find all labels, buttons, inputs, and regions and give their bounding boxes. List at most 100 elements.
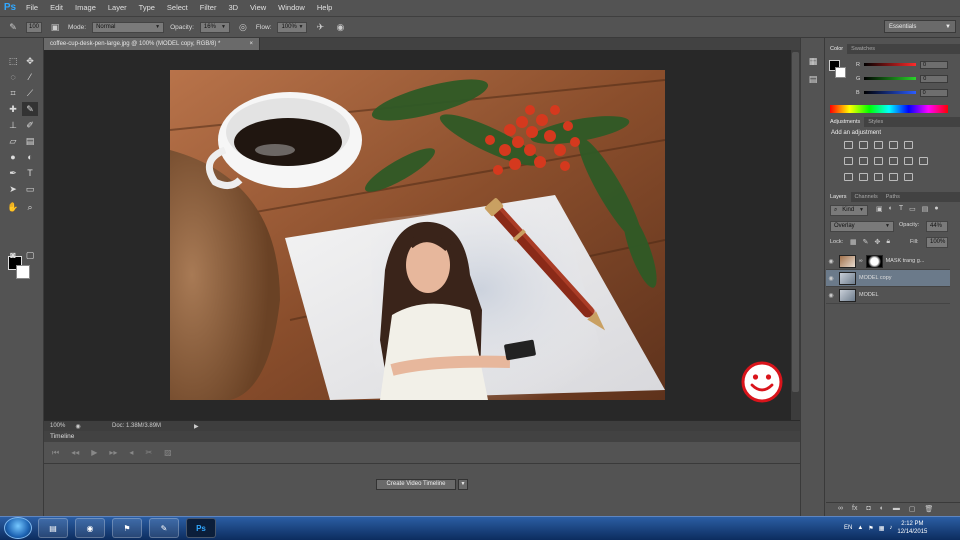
filter-toggle-icon[interactable]: ●: [934, 205, 938, 213]
green-slider[interactable]: [864, 77, 917, 80]
adjustment-filter-icon[interactable]: ◐: [889, 205, 893, 213]
file-explorer-icon[interactable]: ▤: [38, 518, 68, 538]
layer-mask-thumbnail[interactable]: [865, 254, 883, 268]
next-frame-icon[interactable]: ▸▸: [109, 448, 117, 457]
chevron-up-icon[interactable]: ▲: [857, 525, 863, 531]
selective-color-icon[interactable]: [904, 173, 913, 181]
exposure-icon[interactable]: [889, 141, 898, 149]
pen-tool-icon[interactable]: ✒: [5, 166, 21, 180]
dodge-tool-icon[interactable]: ◐: [22, 150, 38, 164]
tab-layers[interactable]: Layers: [826, 192, 851, 202]
brush-size-field[interactable]: 100: [26, 21, 42, 33]
background-color-swatch[interactable]: [16, 265, 30, 279]
blue-slider[interactable]: [863, 91, 916, 94]
flow-field[interactable]: 100% ▼: [277, 21, 308, 33]
go-to-first-frame-icon[interactable]: ⏮: [52, 448, 59, 458]
play-icon[interactable]: ▶: [91, 448, 97, 457]
blur-tool-icon[interactable]: ●: [5, 150, 21, 164]
menu-edit[interactable]: Edit: [44, 0, 69, 16]
menu-view[interactable]: View: [244, 0, 272, 16]
hue-saturation-icon[interactable]: [844, 157, 853, 165]
color-lookup-icon[interactable]: [919, 157, 928, 165]
eye-icon[interactable]: ◉: [826, 275, 836, 282]
new-layer-icon[interactable]: ▢: [909, 505, 916, 513]
menu-file[interactable]: File: [20, 0, 44, 16]
flag-app-icon[interactable]: ⚑: [112, 518, 142, 538]
lock-all-icon[interactable]: 🔒︎: [886, 238, 890, 246]
fx-icon[interactable]: fx: [852, 505, 857, 512]
tab-color[interactable]: Color: [826, 44, 848, 54]
lasso-tool-icon[interactable]: ◌: [5, 70, 21, 84]
vibrance-icon[interactable]: [904, 141, 913, 149]
menu-select[interactable]: Select: [161, 0, 194, 16]
tab-styles[interactable]: Styles: [864, 117, 887, 127]
zoom-level[interactable]: 100%: [44, 423, 72, 429]
menu-window[interactable]: Window: [272, 0, 311, 16]
add-mask-icon[interactable]: ◘: [866, 505, 870, 512]
eye-icon[interactable]: ◉: [826, 258, 836, 265]
tab-adjustments[interactable]: Adjustments: [826, 117, 865, 127]
menu-layer[interactable]: Layer: [102, 0, 133, 16]
clone-stamp-tool-icon[interactable]: ⊥: [5, 118, 21, 132]
layer-row[interactable]: ◉ MODEL: [826, 287, 950, 304]
paint-app-icon[interactable]: ✎: [149, 518, 179, 538]
menu-filter[interactable]: Filter: [194, 0, 223, 16]
eyedropper-tool-icon[interactable]: ⟋: [22, 86, 38, 100]
history-brush-tool-icon[interactable]: ✐: [22, 118, 38, 132]
opacity-field[interactable]: 16% ▼: [199, 21, 230, 33]
flag-icon[interactable]: ⚑: [868, 525, 873, 532]
lock-image-icon[interactable]: ✎: [863, 238, 869, 246]
network-icon[interactable]: ▦: [879, 525, 885, 532]
path-selection-tool-icon[interactable]: ➤: [5, 182, 21, 196]
invert-icon[interactable]: [844, 173, 853, 181]
blue-value[interactable]: 0: [919, 88, 948, 97]
brush-panel-toggle-icon[interactable]: ▣: [48, 20, 62, 34]
eraser-tool-icon[interactable]: ▱: [5, 134, 21, 148]
background-color-chip[interactable]: [835, 67, 846, 78]
tab-channels[interactable]: Channels: [851, 192, 882, 202]
mode-select[interactable]: Normal ▼: [92, 21, 165, 33]
gradient-tool-icon[interactable]: ▤: [22, 134, 38, 148]
canvas-image[interactable]: [170, 70, 665, 400]
gradient-map-icon[interactable]: [889, 173, 898, 181]
lock-position-icon[interactable]: ✥: [875, 238, 881, 246]
volume-icon[interactable]: ♪: [889, 525, 892, 531]
audio-icon[interactable]: ◂: [129, 448, 133, 457]
zoom-tool-icon[interactable]: ⌕: [22, 200, 38, 214]
trash-icon[interactable]: 🗑︎: [925, 505, 934, 513]
red-value[interactable]: 0: [919, 60, 948, 69]
color-spectrum-ramp[interactable]: [830, 105, 948, 113]
layer-filter-kind-select[interactable]: ⌕ Kind ▼: [830, 205, 868, 216]
photoshop-taskbar-icon[interactable]: Ps: [186, 518, 216, 538]
document-tab[interactable]: coffee-cup-desk-pen-large.jpg @ 100% (MO…: [44, 38, 260, 50]
red-slider[interactable]: [863, 63, 916, 66]
history-panel-icon[interactable]: ▦: [805, 54, 821, 68]
transition-icon[interactable]: ▨: [164, 448, 172, 457]
black-white-icon[interactable]: [874, 157, 883, 165]
marquee-tool-icon[interactable]: ⬚: [5, 54, 21, 68]
channel-mixer-icon[interactable]: [904, 157, 913, 165]
layer-opacity-field[interactable]: 44%: [926, 221, 948, 232]
menu-type[interactable]: Type: [133, 0, 161, 16]
quick-mask-icon[interactable]: ◙: [5, 248, 21, 262]
photo-filter-icon[interactable]: [889, 157, 898, 165]
threshold-icon[interactable]: [874, 173, 883, 181]
blend-mode-select[interactable]: Overlay ▼: [830, 221, 894, 232]
language-indicator[interactable]: EN: [844, 525, 852, 531]
brush-tool-icon[interactable]: ✎: [22, 102, 38, 116]
brightness-contrast-icon[interactable]: [844, 141, 853, 149]
pixel-filter-icon[interactable]: ▣: [876, 205, 883, 213]
type-filter-icon[interactable]: T: [899, 205, 903, 213]
levels-icon[interactable]: [859, 141, 868, 149]
properties-panel-icon[interactable]: ▤: [805, 72, 821, 86]
menu-image[interactable]: Image: [69, 0, 102, 16]
new-group-icon[interactable]: ▬: [893, 505, 900, 512]
green-value[interactable]: 0: [920, 74, 949, 83]
pressure-opacity-icon[interactable]: ◎: [236, 20, 250, 34]
pressure-size-icon[interactable]: ◉: [333, 20, 347, 34]
chevron-right-icon[interactable]: ▶: [194, 423, 204, 430]
new-adjustment-icon[interactable]: ◐: [880, 505, 884, 512]
smart-object-filter-icon[interactable]: ▤: [922, 205, 929, 213]
close-icon[interactable]: ×: [249, 38, 253, 50]
airbrush-icon[interactable]: ✈: [313, 20, 327, 34]
